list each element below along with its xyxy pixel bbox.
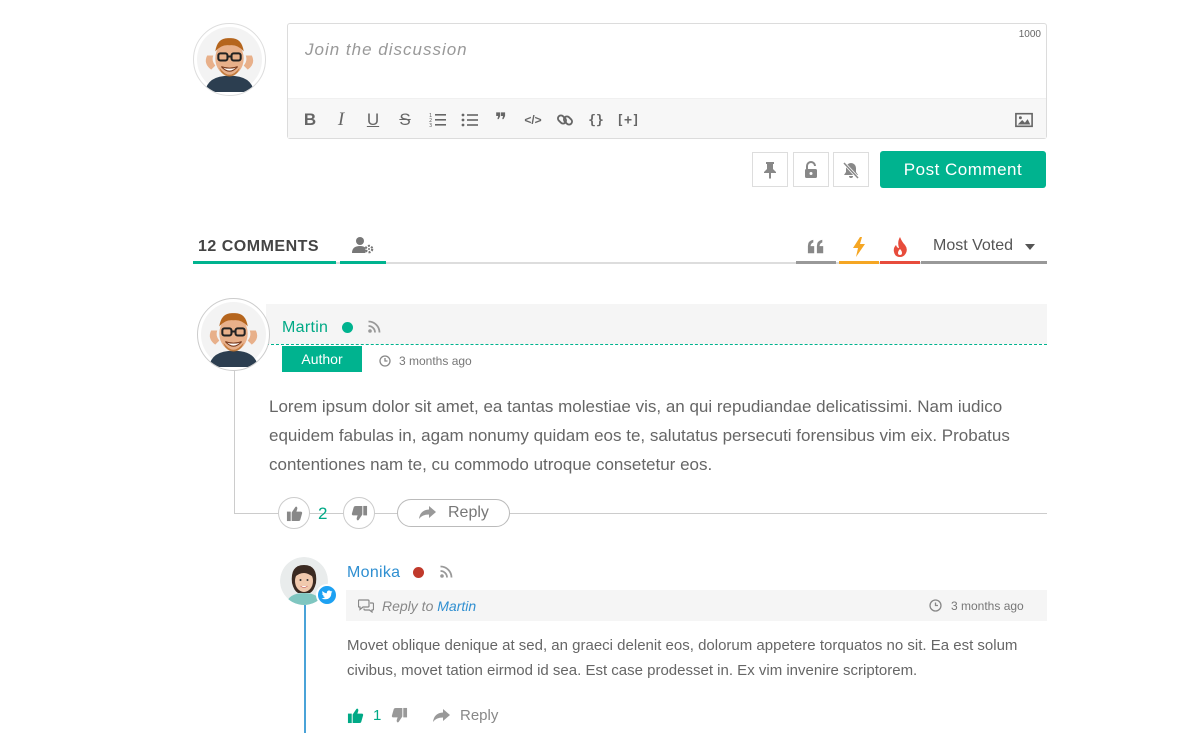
man-avatar-icon	[197, 27, 262, 92]
clock-icon	[379, 355, 391, 367]
code-button[interactable]: </>	[521, 109, 545, 131]
ordered-list-icon[interactable]: 123	[426, 109, 450, 131]
reply-to-text: Reply to Martin	[382, 598, 476, 614]
source-code-button[interactable]: {}	[584, 109, 608, 131]
bell-slash-icon	[842, 161, 860, 179]
comment-author-name[interactable]: Monika	[347, 564, 400, 582]
blockquote-button[interactable]: ❞	[489, 109, 513, 132]
twitter-icon	[321, 590, 333, 600]
thumbs-up-icon	[286, 506, 302, 521]
reply-button[interactable]: Reply	[397, 499, 510, 527]
editor-placeholder[interactable]: Join the discussion	[305, 40, 468, 60]
comments-icon	[358, 599, 374, 613]
thumbs-down-icon[interactable]	[391, 707, 408, 724]
author-role-badge: Author	[282, 346, 362, 372]
comment-date[interactable]: 3 months ago	[951, 599, 1024, 613]
bold-button[interactable]: B	[298, 109, 322, 131]
mute-notifications-button[interactable]	[833, 152, 869, 187]
reply-thread-line	[304, 605, 306, 733]
thumbs-up-icon[interactable]	[347, 707, 364, 724]
comments-count-tab[interactable]: 12 COMMENTS	[193, 228, 336, 264]
reply-label: Reply	[460, 707, 499, 724]
flame-icon	[893, 237, 907, 257]
sort-order-label: Most Voted	[933, 237, 1014, 254]
spoiler-button[interactable]: [+]	[614, 109, 642, 131]
user-settings-icon	[352, 237, 374, 254]
comment-text: Lorem ipsum dolor sit amet, ea tantas mo…	[269, 397, 1010, 474]
reply-to-author-link[interactable]: Martin	[437, 598, 476, 614]
italic-button[interactable]: I	[329, 109, 353, 131]
reply-button[interactable]: Reply	[432, 707, 498, 724]
offline-status-dot	[413, 567, 424, 578]
man-avatar-icon	[201, 302, 266, 367]
chevron-down-icon	[1025, 244, 1035, 250]
reply-arrow-icon	[433, 708, 450, 722]
lightning-icon	[853, 237, 865, 257]
comment-author-name[interactable]: Martin	[282, 319, 328, 337]
link-icon[interactable]	[553, 109, 577, 131]
reply-to-prefix: Reply to	[382, 598, 434, 614]
reply-to-bar: Reply to Martin 3 months ago	[346, 590, 1047, 621]
quote-icon	[807, 239, 824, 254]
image-upload-icon[interactable]	[1012, 109, 1036, 131]
online-status-dot	[342, 322, 353, 333]
reply-arrow-icon	[419, 506, 436, 519]
character-limit: 1000	[1018, 29, 1041, 40]
unlock-icon	[805, 160, 817, 178]
downvote-button[interactable]	[343, 497, 375, 529]
thread-line	[234, 370, 235, 514]
sort-order-dropdown[interactable]: Most Voted	[921, 228, 1047, 264]
sort-by-newest-tab[interactable]	[839, 228, 879, 264]
comment-author-avatar[interactable]	[197, 298, 270, 371]
twitter-badge	[316, 584, 338, 606]
reply-label: Reply	[448, 504, 489, 521]
rss-icon[interactable]	[368, 320, 381, 333]
comments-header: 12 COMMENTS Most Voted	[193, 228, 1047, 264]
lock-button[interactable]	[793, 152, 829, 187]
upvote-button[interactable]	[278, 497, 310, 529]
vote-count: 1	[373, 707, 382, 724]
clock-icon	[929, 599, 942, 612]
thumbs-down-icon	[351, 505, 367, 520]
current-user-avatar	[193, 23, 266, 96]
subscribe-tab[interactable]	[340, 228, 386, 264]
vote-count: 2	[318, 504, 328, 523]
comment-editor[interactable]: Join the discussion 1000 B I U S 123 ❞ <…	[287, 23, 1047, 139]
sort-by-hottest-tab[interactable]	[880, 228, 920, 264]
pin-button[interactable]	[752, 152, 788, 187]
comment-header-divider	[266, 344, 1047, 345]
svg-text:3: 3	[429, 123, 432, 129]
editor-toolbar: B I U S 123 ❞ </> {} [+]	[288, 98, 1046, 138]
strikethrough-button[interactable]: S	[393, 109, 417, 131]
post-comment-button[interactable]: Post Comment	[880, 151, 1046, 188]
comment-date[interactable]: 3 months ago	[399, 354, 472, 368]
unordered-list-icon[interactable]	[458, 109, 482, 131]
comment-text: Movet oblique denique at sed, an graeci …	[347, 637, 1018, 679]
pin-icon	[764, 161, 776, 179]
sort-by-quotes-tab[interactable]	[796, 228, 836, 264]
rss-icon[interactable]	[440, 565, 453, 578]
comment-header-bar	[266, 304, 1047, 344]
underline-button[interactable]: U	[361, 109, 385, 131]
